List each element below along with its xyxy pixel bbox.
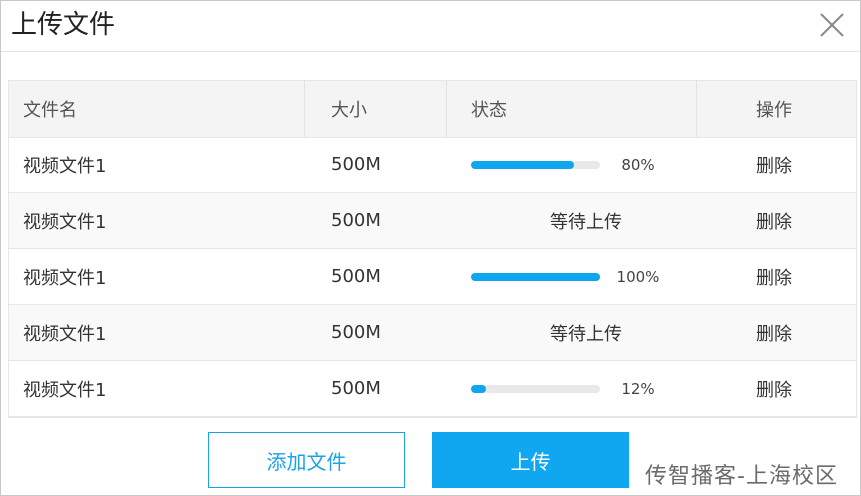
progress-fill bbox=[471, 384, 487, 393]
file-size: 500M bbox=[331, 210, 381, 231]
progress-track bbox=[471, 384, 600, 393]
watermark-text: 传智播客-上海校区 bbox=[645, 464, 838, 489]
file-status: 100% bbox=[471, 249, 711, 304]
upload-button[interactable]: 上传 bbox=[432, 432, 629, 488]
dialog-title: 上传文件 bbox=[11, 10, 116, 40]
file-size: 500M bbox=[331, 322, 381, 343]
delete-link[interactable]: 删除 bbox=[756, 249, 836, 304]
progress-percent: 80% bbox=[621, 155, 655, 174]
table-row: 视频文件1 500M 等待上传 删除 bbox=[9, 193, 856, 249]
file-size: 500M bbox=[331, 266, 381, 287]
file-status: 等待上传 bbox=[471, 193, 711, 248]
table-row: 视频文件1 500M 等待上传 删除 bbox=[9, 305, 856, 361]
file-name: 视频文件1 bbox=[23, 323, 107, 345]
progress-percent: 100% bbox=[616, 267, 660, 286]
file-name: 视频文件1 bbox=[23, 155, 107, 177]
header-status: 状态 bbox=[471, 100, 507, 121]
table-row: 视频文件1 500M 12% 删除 bbox=[9, 361, 856, 417]
upload-progress: 100% bbox=[471, 268, 676, 286]
header-action: 操作 bbox=[756, 100, 792, 121]
progress-track bbox=[471, 160, 600, 169]
file-table: 文件名 大小 状态 操作 视频文件1 500M 80% 删除 视频文件1 500M 等待上传… bbox=[8, 80, 857, 418]
column-divider bbox=[304, 81, 305, 137]
file-name: 视频文件1 bbox=[23, 267, 107, 289]
progress-fill bbox=[471, 160, 575, 169]
file-name: 视频文件1 bbox=[23, 379, 107, 401]
column-divider bbox=[446, 81, 447, 137]
table-row: 视频文件1 500M 80% 删除 bbox=[9, 137, 856, 193]
delete-link[interactable]: 删除 bbox=[756, 193, 836, 248]
upload-progress: 12% bbox=[471, 380, 676, 398]
header-size: 大小 bbox=[331, 100, 367, 121]
file-size: 500M bbox=[331, 154, 381, 175]
upload-progress: 80% bbox=[471, 156, 676, 174]
file-size: 500M bbox=[331, 378, 381, 399]
file-status: 12% bbox=[471, 361, 711, 416]
progress-percent: 12% bbox=[621, 379, 655, 398]
delete-link[interactable]: 删除 bbox=[756, 305, 836, 360]
add-file-button[interactable]: 添加文件 bbox=[208, 432, 405, 488]
dialog-header: 上传文件 bbox=[1, 1, 860, 52]
upload-dialog: 上传文件 文件名 大小 状态 操作 视频文件1 500M 80% 删除 视频文件1 500… bbox=[0, 0, 861, 496]
status-text: 等待上传 bbox=[550, 211, 622, 233]
status-text: 等待上传 bbox=[550, 323, 622, 345]
delete-link[interactable]: 删除 bbox=[756, 361, 836, 416]
file-status: 80% bbox=[471, 137, 711, 192]
delete-link[interactable]: 删除 bbox=[756, 137, 836, 192]
file-status: 等待上传 bbox=[471, 305, 711, 360]
progress-track bbox=[471, 272, 600, 281]
progress-fill bbox=[471, 272, 600, 281]
close-icon[interactable] bbox=[818, 11, 846, 39]
table-row: 视频文件1 500M 100% 删除 bbox=[9, 249, 856, 305]
header-filename: 文件名 bbox=[23, 100, 77, 121]
file-name: 视频文件1 bbox=[23, 211, 107, 233]
column-divider bbox=[696, 81, 697, 137]
table-header: 文件名 大小 状态 操作 bbox=[9, 81, 856, 138]
